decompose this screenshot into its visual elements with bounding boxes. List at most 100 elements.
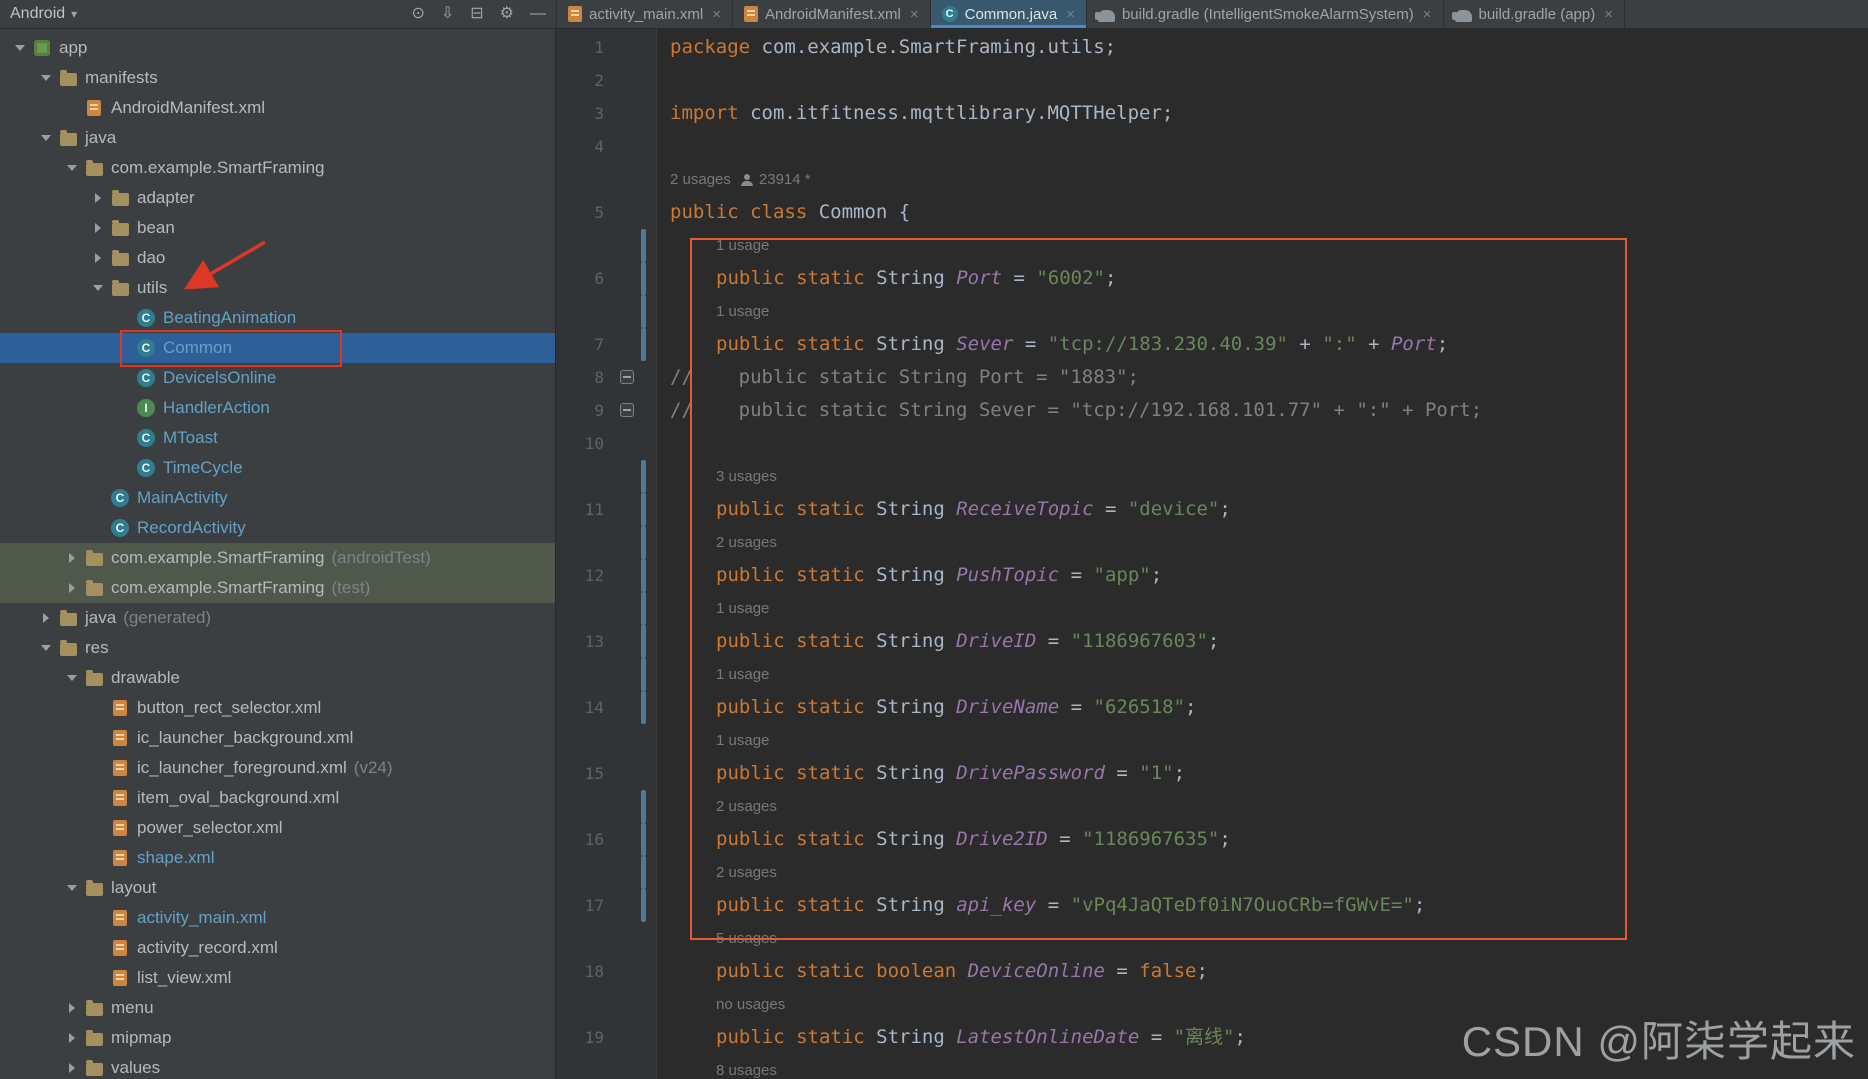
tree-row[interactable]: button_rect_selector.xml — [0, 693, 555, 723]
code-row[interactable]: 18public static boolean DeviceOnline = f… — [556, 955, 1868, 988]
tree-row[interactable]: CTimeCycle — [0, 453, 555, 483]
line-number[interactable]: 5 — [556, 196, 656, 229]
line-number[interactable]: 10 — [556, 427, 656, 460]
tree-row[interactable]: CDevicelsOnline — [0, 363, 555, 393]
tree-row[interactable]: java — [0, 123, 555, 153]
code-line[interactable] — [656, 130, 670, 163]
tree-row[interactable]: shape.xml — [0, 843, 555, 873]
line-number[interactable] — [556, 856, 656, 889]
tree-row[interactable]: values — [0, 1053, 555, 1079]
line-number[interactable]: 12 — [556, 559, 656, 592]
tree-row[interactable]: CRecordActivity — [0, 513, 555, 543]
line-number[interactable] — [556, 163, 656, 196]
code-line[interactable]: package com.example.SmartFraming.utils; — [656, 31, 1116, 64]
tree-row[interactable]: item_oval_background.xml — [0, 783, 555, 813]
fold-icon[interactable] — [620, 403, 634, 417]
chevron-right-icon[interactable] — [62, 1063, 82, 1073]
tree-row[interactable]: AndroidManifest.xml — [0, 93, 555, 123]
code-row[interactable]: 4 — [556, 130, 1868, 163]
tree-row[interactable]: mipmap — [0, 1023, 555, 1053]
line-number[interactable] — [556, 658, 656, 691]
code-row[interactable]: 2 — [556, 64, 1868, 97]
chevron-down-icon[interactable] — [36, 645, 56, 651]
chevron-right-icon[interactable] — [62, 553, 82, 563]
line-number[interactable]: 9 — [556, 394, 656, 427]
line-number[interactable] — [556, 295, 656, 328]
line-number[interactable] — [556, 988, 656, 1021]
tree-row[interactable]: activity_record.xml — [0, 933, 555, 963]
fold-icon[interactable] — [620, 370, 634, 384]
hide-panel-icon[interactable]: — — [530, 5, 546, 22]
line-number[interactable]: 11 — [556, 493, 656, 526]
tree-row[interactable]: res — [0, 633, 555, 663]
tree-row[interactable]: com.example.SmartFraming — [0, 153, 555, 183]
line-number[interactable]: 14 — [556, 691, 656, 724]
chevron-right-icon[interactable] — [88, 193, 108, 203]
chevron-down-icon[interactable] — [62, 675, 82, 681]
line-number[interactable]: 6 — [556, 262, 656, 295]
collapse-all-icon[interactable]: ⊟ — [470, 5, 483, 22]
tree-row[interactable]: adapter — [0, 183, 555, 213]
line-number[interactable]: 4 — [556, 130, 656, 163]
tree-row[interactable]: CMainActivity — [0, 483, 555, 513]
tree-row[interactable]: list_view.xml — [0, 963, 555, 993]
line-number[interactable]: 8 — [556, 361, 656, 394]
tree-row[interactable]: manifests — [0, 63, 555, 93]
chevron-right-icon[interactable] — [88, 253, 108, 263]
chevron-down-icon[interactable] — [36, 135, 56, 141]
code-row[interactable]: 3import com.itfitness.mqttlibrary.MQTTHe… — [556, 97, 1868, 130]
line-number[interactable] — [556, 526, 656, 559]
line-number[interactable]: 13 — [556, 625, 656, 658]
close-icon[interactable]: × — [1066, 6, 1075, 23]
line-number[interactable]: 16 — [556, 823, 656, 856]
tree-row[interactable]: power_selector.xml — [0, 813, 555, 843]
line-number[interactable]: 1 — [556, 31, 656, 64]
chevron-down-icon[interactable] — [62, 885, 82, 891]
code-line[interactable]: public static boolean DeviceOnline = fal… — [656, 955, 1208, 988]
code-row[interactable]: 5public class Common { — [556, 196, 1868, 229]
usage-hint-line[interactable]: no usages — [656, 988, 785, 1021]
close-icon[interactable]: × — [910, 6, 919, 23]
chevron-right-icon[interactable] — [88, 223, 108, 233]
usage-hint[interactable]: no usages — [716, 988, 785, 1021]
code-line[interactable]: public static String LatestOnlineDate = … — [656, 1021, 1246, 1054]
chevron-right-icon[interactable] — [36, 613, 56, 623]
line-number[interactable] — [556, 592, 656, 625]
tree-row[interactable]: com.example.SmartFraming(test) — [0, 573, 555, 603]
code-row[interactable]: 1package com.example.SmartFraming.utils; — [556, 31, 1868, 64]
tree-row[interactable]: java(generated) — [0, 603, 555, 633]
line-number[interactable]: 17 — [556, 889, 656, 922]
select-opened-file-icon[interactable]: ⊙ — [411, 5, 424, 22]
close-icon[interactable]: × — [1423, 6, 1432, 23]
line-number[interactable]: 15 — [556, 757, 656, 790]
tree-row[interactable]: com.example.SmartFraming(androidTest) — [0, 543, 555, 573]
usage-hint-line[interactable]: 2 usages23914 * — [656, 163, 811, 196]
chevron-down-icon[interactable] — [62, 165, 82, 171]
line-number[interactable]: 3 — [556, 97, 656, 130]
line-number[interactable] — [556, 1054, 656, 1079]
tree-row[interactable]: app — [0, 33, 555, 63]
chevron-down-icon[interactable] — [36, 75, 56, 81]
usage-hint-row[interactable]: 2 usages23914 * — [556, 163, 1868, 196]
chevron-right-icon[interactable] — [62, 1003, 82, 1013]
chevron-down-icon[interactable] — [88, 285, 108, 291]
line-number[interactable]: 7 — [556, 328, 656, 361]
line-number[interactable] — [556, 229, 656, 262]
chevron-right-icon[interactable] — [62, 1033, 82, 1043]
tree-row[interactable]: drawable — [0, 663, 555, 693]
tree-row[interactable]: ic_launcher_foreground.xml(v24) — [0, 753, 555, 783]
line-number[interactable] — [556, 724, 656, 757]
tree-row[interactable]: activity_main.xml — [0, 903, 555, 933]
close-icon[interactable]: × — [712, 6, 721, 23]
chevron-down-icon[interactable] — [10, 45, 30, 51]
editor-tab[interactable]: build.gradle (app)× — [1444, 0, 1626, 28]
code-line[interactable]: public class Common { — [656, 196, 910, 229]
tree-row[interactable]: menu — [0, 993, 555, 1023]
code-line[interactable]: import com.itfitness.mqttlibrary.MQTTHel… — [656, 97, 1173, 130]
usage-hint[interactable]: 8 usages — [716, 1054, 777, 1079]
project-view-selector[interactable]: Android ▾ — [10, 5, 77, 23]
author-hint[interactable]: 23914 * — [759, 163, 811, 196]
tree-row[interactable]: CMToast — [0, 423, 555, 453]
editor-tab[interactable]: activity_main.xml× — [557, 0, 733, 28]
code-line[interactable] — [656, 427, 670, 460]
